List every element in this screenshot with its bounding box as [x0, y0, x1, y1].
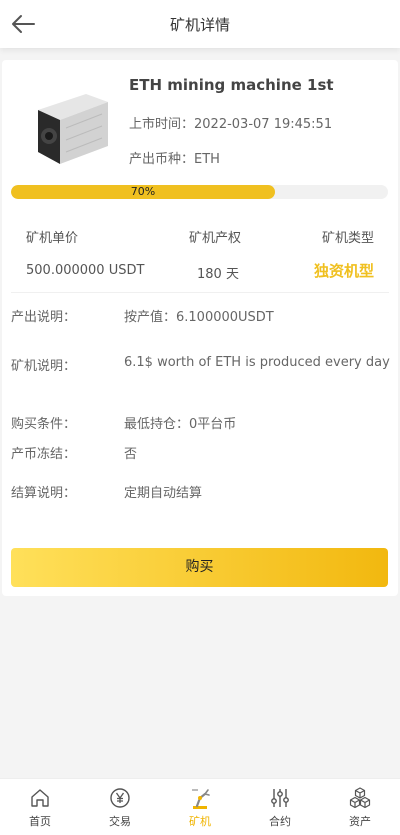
page-title: 矿机详情	[169, 16, 230, 34]
coin-freeze-value: 否	[124, 447, 138, 462]
yen-circle-icon	[110, 788, 130, 808]
sliders-icon	[271, 789, 289, 807]
tab-contract[interactable]: 合约	[240, 779, 320, 835]
tab-label: 矿机	[189, 815, 211, 828]
settlement-value: 定期自动结算	[124, 486, 203, 501]
tab-miner[interactable]: 矿机	[160, 779, 240, 835]
buy-button[interactable]: 购买	[11, 548, 388, 587]
output-currency: 产出币种：ETH	[129, 148, 220, 167]
price-label: 矿机单价	[26, 231, 79, 246]
robot-arm-icon	[192, 789, 210, 809]
divider	[11, 292, 389, 293]
output-currency-value: ETH	[194, 152, 220, 167]
bottom-tab-bar: 首页 交易 矿机 合约 资产	[0, 778, 400, 835]
type-label: 矿机类型	[321, 231, 374, 246]
top-bar: 矿机详情	[0, 0, 400, 48]
settlement-label: 结算说明：	[11, 486, 77, 501]
output-desc-label: 产出说明：	[11, 310, 77, 325]
home-icon	[31, 789, 49, 807]
progress-fill: 70%	[11, 185, 275, 199]
tab-label: 交易	[109, 815, 131, 828]
tab-label: 首页	[29, 815, 51, 828]
price-value: 500.000000 USDT	[26, 263, 145, 278]
sales-progress-bar: 70%	[11, 185, 388, 199]
purchase-condition-label: 购买条件：	[11, 417, 77, 432]
purchase-condition-value: 最低持仓：0平台币	[124, 417, 237, 432]
listing-time: 上市时间：2022-03-07 19:45:51	[129, 113, 332, 132]
term-value: 180 天	[197, 267, 239, 282]
tab-trade[interactable]: 交易	[80, 779, 160, 835]
machine-desc-value: 6.1$ worth of ETH is produced every day	[124, 355, 390, 370]
output-desc-value: 按产值：6.100000USDT	[124, 310, 274, 325]
tab-home[interactable]: 首页	[0, 779, 80, 835]
cubes-icon	[349, 787, 371, 809]
listing-time-value: 2022-03-07 19:45:51	[194, 117, 333, 132]
machine-desc-label: 矿机说明：	[11, 359, 77, 374]
tab-assets[interactable]: 资产	[320, 779, 400, 835]
term-label: 矿机产权	[189, 231, 242, 246]
listing-time-label: 上市时间：	[129, 117, 195, 132]
mining-machine-image	[38, 94, 108, 164]
tab-label: 合约	[269, 815, 291, 828]
coin-freeze-label: 产币冻结：	[11, 447, 77, 462]
tab-label: 资产	[349, 815, 371, 828]
output-currency-label: 产出币种：	[129, 152, 195, 167]
miner-name: ETH mining machine 1st	[129, 76, 334, 94]
miner-detail-card: ETH mining machine 1st 上市时间：2022-03-07 1…	[2, 60, 398, 596]
type-value: 独资机型	[313, 262, 374, 280]
